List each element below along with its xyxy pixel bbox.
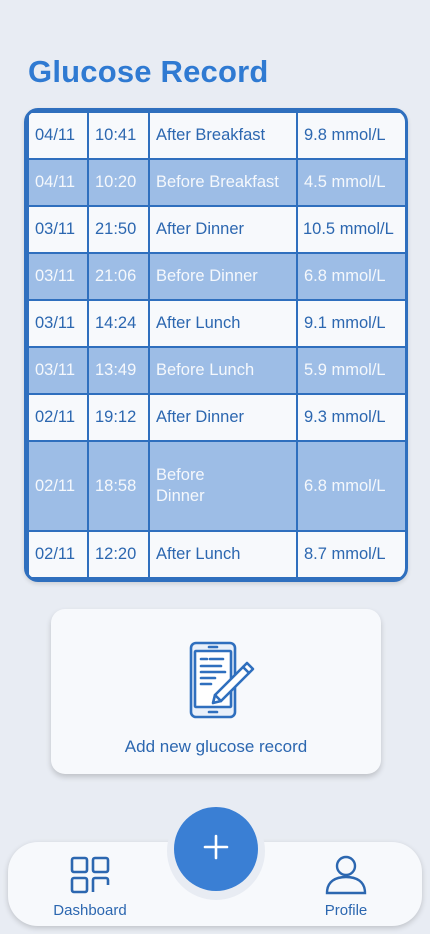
grid-icon <box>69 856 111 899</box>
table-row[interactable]: 02/11 12:20 After Lunch 8.7 mmol/L <box>27 529 405 579</box>
add-record-card[interactable]: Add new glucose record <box>51 609 381 774</box>
plus-icon <box>203 834 229 865</box>
record-meal: Before Dinner <box>148 252 298 301</box>
table-row[interactable]: 03/11 14:24 After Lunch 9.1 mmol/L <box>27 299 405 348</box>
table-row[interactable]: 04/11 10:41 After Breakfast 9.8 mmol/L <box>27 111 405 160</box>
glucose-table: 04/11 10:41 After Breakfast 9.8 mmol/L 0… <box>24 108 408 582</box>
table-row[interactable]: 03/11 21:50 After Dinner 10.5 mmol/L <box>27 205 405 254</box>
nav-profile-label: Profile <box>324 902 368 919</box>
table-row[interactable]: 02/11 18:58 Before Dinner 6.8 mmol/L <box>27 440 405 532</box>
record-date: 04/11 <box>27 158 89 207</box>
nav-dashboard-label: Dashboard <box>53 902 127 919</box>
table-row[interactable]: 04/11 10:20 Before Breakfast 4.5 mmol/L <box>27 158 405 207</box>
nav-profile[interactable]: Profile <box>306 855 386 919</box>
record-time: 18:58 <box>87 440 150 532</box>
add-fab-button[interactable] <box>174 807 258 891</box>
record-time: 13:49 <box>87 346 150 395</box>
record-time: 21:06 <box>87 252 150 301</box>
record-value: 6.8 mmol/L <box>296 252 405 301</box>
record-meal: After Lunch <box>148 299 298 348</box>
record-meal: Before Lunch <box>148 346 298 395</box>
nav-dashboard[interactable]: Dashboard <box>48 855 132 919</box>
table-row[interactable]: 03/11 13:49 Before Lunch 5.9 mmol/L <box>27 346 405 395</box>
record-date: 03/11 <box>27 346 89 395</box>
record-meal: After Breakfast <box>148 111 298 160</box>
record-time: 10:20 <box>87 158 150 207</box>
record-meal: Before Breakfast <box>148 158 298 207</box>
record-value: 9.3 mmol/L <box>296 393 405 442</box>
record-meal: Before Dinner <box>148 440 298 532</box>
record-date: 03/11 <box>27 252 89 301</box>
record-date: 02/11 <box>27 529 89 579</box>
record-meal: After Dinner <box>148 393 298 442</box>
record-time: 12:20 <box>87 529 150 579</box>
record-value: 6.8 mmol/L <box>296 440 405 532</box>
page-title: Glucose Record <box>28 54 269 89</box>
record-time: 19:12 <box>87 393 150 442</box>
record-value: 9.1 mmol/L <box>296 299 405 348</box>
record-date: 03/11 <box>27 205 89 254</box>
record-meal: After Lunch <box>148 529 298 579</box>
record-date: 04/11 <box>27 111 89 160</box>
record-date: 02/11 <box>27 393 89 442</box>
record-value: 8.7 mmol/L <box>296 529 405 579</box>
record-value: 9.8 mmol/L <box>296 111 405 160</box>
record-value: 10.5 mmol/L <box>296 205 405 254</box>
record-value: 5.9 mmol/L <box>296 346 405 395</box>
record-date: 02/11 <box>27 440 89 532</box>
user-icon <box>325 855 367 899</box>
table-row[interactable]: 03/11 21:06 Before Dinner 6.8 mmol/L <box>27 252 405 301</box>
record-time: 10:41 <box>87 111 150 160</box>
record-meal: After Dinner <box>148 205 298 254</box>
record-value: 4.5 mmol/L <box>296 158 405 207</box>
table-row[interactable]: 02/11 19:12 After Dinner 9.3 mmol/L <box>27 393 405 442</box>
phone-edit-icon <box>185 639 257 721</box>
record-time: 21:50 <box>87 205 150 254</box>
record-time: 14:24 <box>87 299 150 348</box>
record-date: 03/11 <box>27 299 89 348</box>
add-record-label: Add new glucose record <box>124 737 308 756</box>
